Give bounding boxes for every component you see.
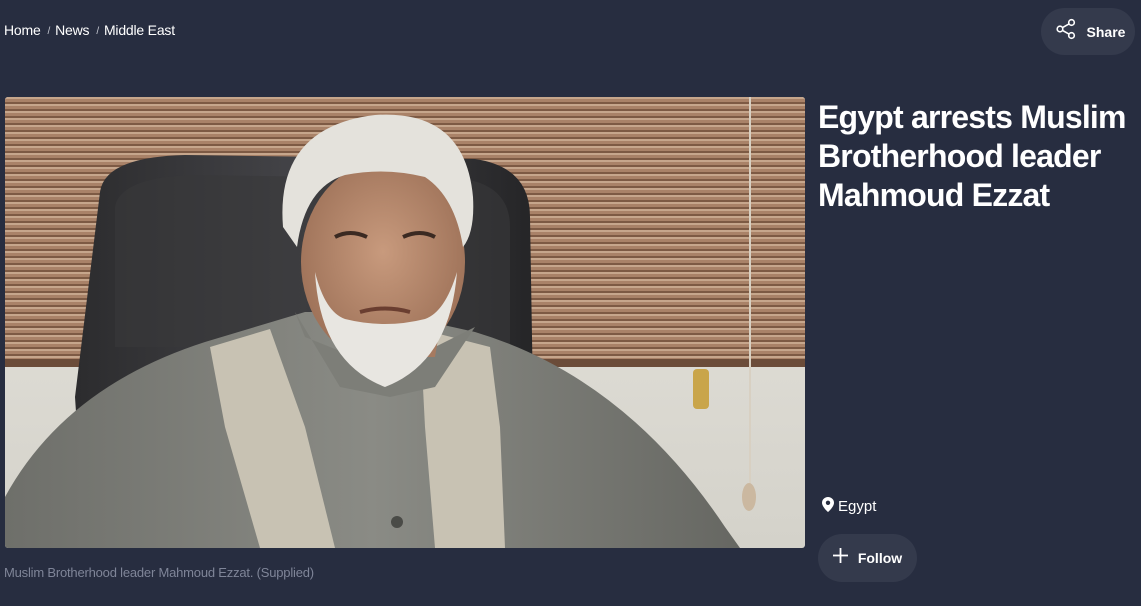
breadcrumb-middle-east-link[interactable]: Middle East xyxy=(104,22,175,38)
breadcrumb-news-link[interactable]: News xyxy=(55,22,89,38)
location-label: Egypt xyxy=(838,498,877,515)
article-hero-image xyxy=(5,97,805,548)
plus-icon xyxy=(832,548,848,568)
share-icon xyxy=(1055,18,1077,45)
share-button[interactable]: Share xyxy=(1041,8,1135,55)
follow-label: Follow xyxy=(857,550,903,566)
breadcrumb-home-link[interactable]: Home xyxy=(4,22,41,38)
share-label: Share xyxy=(1086,23,1126,40)
breadcrumb-separator: / xyxy=(96,25,99,37)
article-headline: Egypt arrests Muslim Brotherhood leader … xyxy=(818,99,1126,213)
image-caption: Muslim Brotherhood leader Mahmoud Ezzat.… xyxy=(4,565,314,580)
breadcrumb-separator: / xyxy=(47,25,51,37)
location-tag[interactable]: Egypt xyxy=(822,497,876,516)
follow-button[interactable]: Follow xyxy=(818,534,917,582)
map-pin-icon xyxy=(822,497,834,516)
article-page: Home / News / Middle East Share Muslim B… xyxy=(0,0,1141,606)
breadcrumb: Home / News / Middle East xyxy=(4,22,175,38)
